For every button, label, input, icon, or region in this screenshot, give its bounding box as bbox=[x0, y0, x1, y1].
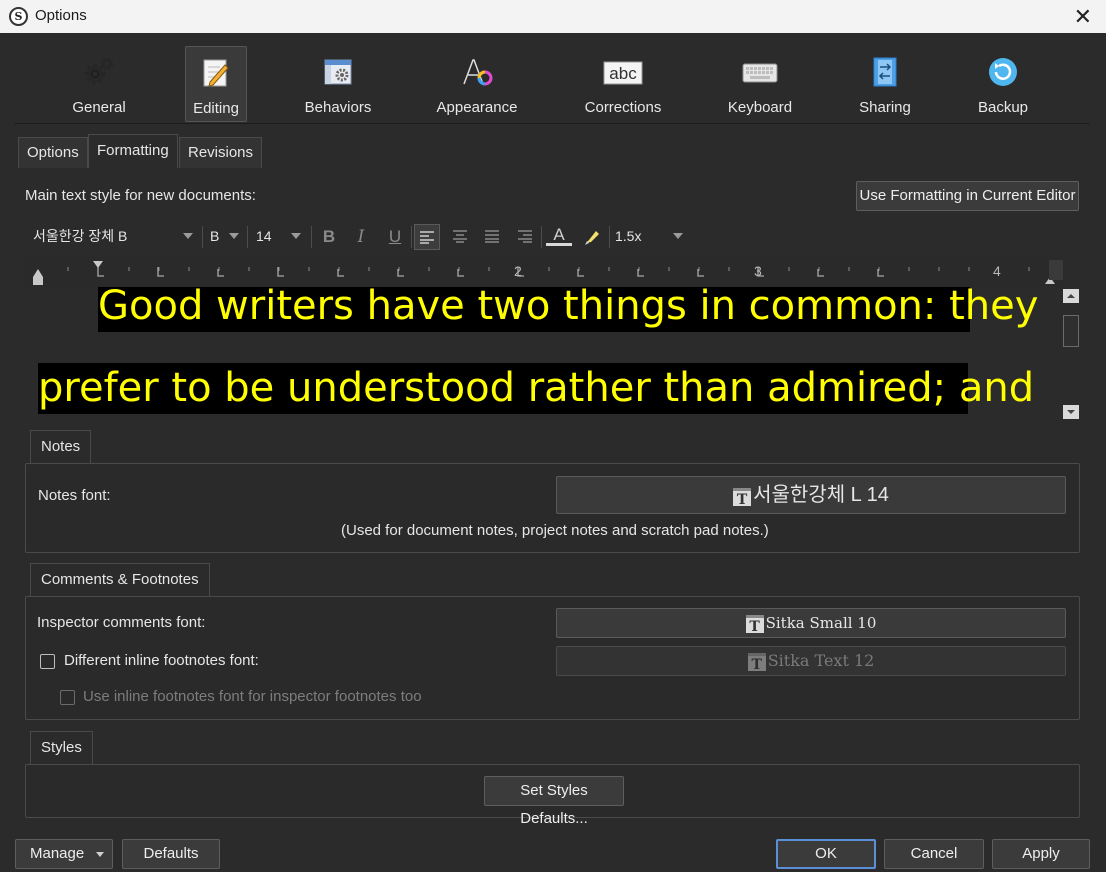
inspector-footnotes-label: Use inline footnotes font for inspector … bbox=[83, 688, 422, 705]
inline-footnotes-label: Different inline footnotes font: bbox=[64, 652, 259, 669]
chevron-down-icon bbox=[291, 233, 301, 239]
ruler[interactable]: 2 3 4 bbox=[25, 257, 1064, 287]
use-current-formatting-button[interactable]: Use Formatting in Current Editor bbox=[856, 181, 1079, 211]
font-color-icon bbox=[463, 59, 493, 86]
toolbar-label: Appearance bbox=[436, 99, 518, 116]
scroll-thumb[interactable] bbox=[1063, 315, 1079, 347]
sample-text-line: Good writers have two things in common: … bbox=[98, 287, 1038, 332]
sync-document-icon bbox=[873, 57, 897, 87]
inline-footnotes-font-value: Sitka Text 12 bbox=[767, 651, 875, 670]
toolbar-label: Sharing bbox=[859, 99, 911, 116]
app-logo-icon: S bbox=[9, 7, 28, 26]
tab-revisions[interactable]: Revisions bbox=[179, 137, 263, 168]
toolbar-label: Backup bbox=[977, 99, 1029, 116]
abc-icon: abc bbox=[603, 61, 643, 85]
svg-text:abc: abc bbox=[609, 64, 637, 83]
notes-font-label: Notes font: bbox=[38, 487, 111, 504]
inspector-font-button[interactable]: T Sitka Small 10 bbox=[556, 608, 1066, 638]
toolbar-behaviors[interactable]: Behaviors bbox=[296, 46, 380, 122]
ruler-number: 3 bbox=[754, 263, 762, 279]
inspector-footnotes-checkbox[interactable] bbox=[60, 690, 75, 705]
tab-options[interactable]: Options bbox=[18, 137, 88, 168]
scroll-up-icon[interactable] bbox=[1063, 289, 1079, 303]
sample-text-line: prefer to be understood rather than admi… bbox=[38, 363, 1034, 414]
align-right-icon[interactable] bbox=[512, 224, 538, 250]
ruler-number: 4 bbox=[993, 263, 1001, 279]
inline-footnotes-font-button[interactable]: T Sitka Text 12 bbox=[556, 646, 1066, 676]
font-icon: T bbox=[747, 653, 766, 673]
toolbar-label: Corrections bbox=[584, 99, 662, 116]
main-style-label: Main text style for new documents: bbox=[25, 187, 256, 204]
ok-button[interactable]: OK bbox=[776, 839, 876, 869]
notes-font-value: 서울한강체 L 14 bbox=[753, 484, 889, 506]
inline-footnotes-checkbox[interactable] bbox=[40, 654, 55, 669]
align-justify-icon[interactable] bbox=[479, 224, 505, 250]
ruler-ticks bbox=[33, 260, 1063, 285]
window-title: Options bbox=[35, 7, 87, 24]
toolbar-label: Keyboard bbox=[727, 99, 793, 116]
tab-formatting[interactable]: Formatting bbox=[88, 134, 178, 168]
comments-section-tab: Comments & Footnotes bbox=[30, 563, 210, 596]
highlighter-icon[interactable] bbox=[579, 224, 605, 250]
title-bar: S Options ✕ bbox=[0, 0, 1106, 33]
styles-section-tab: Styles bbox=[30, 731, 93, 764]
toolbar-keyboard[interactable]: Keyboard bbox=[722, 46, 798, 122]
align-center-icon[interactable] bbox=[447, 224, 473, 250]
align-left-icon[interactable] bbox=[414, 224, 440, 250]
inspector-font-label: Inspector comments font: bbox=[37, 614, 206, 631]
preferences-toolbar: General Editing Behaviors Appearance abc… bbox=[14, 46, 1090, 124]
notes-section-tab: Notes bbox=[30, 430, 92, 463]
divider bbox=[609, 226, 610, 248]
toolbar-editing[interactable]: Editing bbox=[185, 46, 247, 122]
ruler-number: 2 bbox=[514, 263, 522, 279]
toolbar-appearance[interactable]: Appearance bbox=[430, 46, 524, 122]
toolbar-label: Behaviors bbox=[304, 99, 372, 116]
notes-font-button[interactable]: T 서울한강체 L 14 bbox=[556, 476, 1066, 514]
keyboard-icon bbox=[742, 63, 778, 83]
line-spacing-value: 1.5x bbox=[615, 228, 642, 244]
manage-button[interactable]: Manage bbox=[15, 839, 113, 869]
font-size-value: 14 bbox=[256, 228, 272, 244]
toolbar-general[interactable]: General bbox=[60, 46, 138, 122]
font-family-select[interactable]: 서울한강 장체 B bbox=[33, 220, 203, 253]
toolbar-corrections[interactable]: abc Corrections bbox=[579, 46, 667, 122]
gears-icon bbox=[84, 57, 114, 85]
font-family-value: 서울한강 장체 B bbox=[33, 228, 128, 244]
backup-refresh-icon bbox=[989, 58, 1017, 86]
italic-icon[interactable]: I bbox=[348, 224, 374, 250]
chevron-down-icon bbox=[183, 233, 193, 239]
divider bbox=[411, 226, 412, 248]
font-icon: T bbox=[745, 615, 764, 635]
text-color-icon[interactable]: A bbox=[546, 224, 572, 246]
scroll-down-icon[interactable] bbox=[1063, 405, 1079, 419]
notepad-pencil-icon bbox=[203, 59, 229, 87]
close-icon[interactable]: ✕ bbox=[1074, 4, 1092, 30]
apply-button[interactable]: Apply bbox=[992, 839, 1090, 869]
divider bbox=[541, 226, 542, 248]
format-bar: 서울한강 장체 B B 14 B I U A 1.5x bbox=[25, 220, 1085, 253]
divider bbox=[247, 226, 248, 248]
divider bbox=[202, 226, 203, 248]
sample-text-editor[interactable]: Good writers have two things in common: … bbox=[25, 287, 1064, 422]
chevron-down-icon bbox=[673, 233, 683, 239]
inspector-font-value: Sitka Small 10 bbox=[765, 614, 877, 632]
font-weight-value: B bbox=[210, 228, 220, 244]
toolbar-sharing[interactable]: Sharing bbox=[850, 46, 920, 122]
chevron-down-icon bbox=[96, 852, 104, 857]
chevron-down-icon bbox=[229, 233, 239, 239]
manage-label: Manage bbox=[30, 845, 85, 862]
font-icon: T bbox=[733, 488, 752, 508]
set-styles-defaults-button[interactable]: Set Styles Defaults... bbox=[484, 776, 624, 827]
window-gear-icon bbox=[324, 59, 352, 85]
toolbar-label: General bbox=[72, 99, 126, 116]
editor-scrollbar[interactable] bbox=[1062, 287, 1080, 422]
cancel-button[interactable]: Cancel bbox=[884, 839, 984, 869]
toolbar-backup[interactable]: Backup bbox=[969, 46, 1037, 122]
underline-icon[interactable]: U bbox=[382, 224, 408, 250]
divider bbox=[311, 226, 312, 248]
bold-icon[interactable]: B bbox=[316, 224, 342, 250]
defaults-button[interactable]: Defaults bbox=[122, 839, 220, 869]
notes-font-hint: (Used for document notes, project notes … bbox=[341, 522, 769, 539]
toolbar-label: Editing bbox=[193, 100, 239, 117]
